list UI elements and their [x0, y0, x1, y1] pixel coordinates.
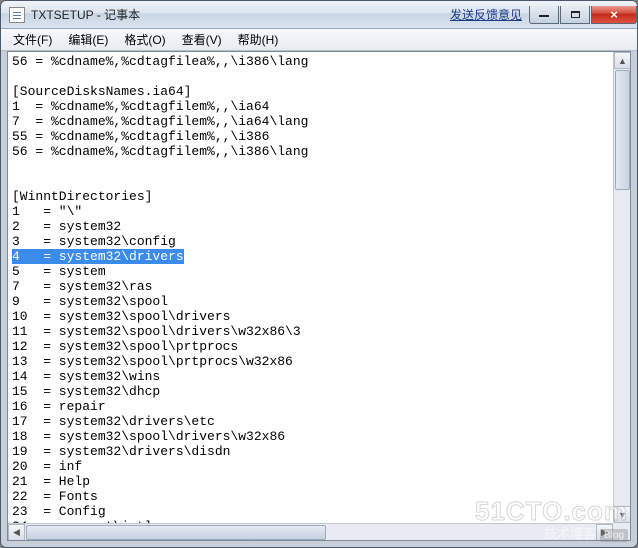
text-line: 5 = system [12, 264, 609, 279]
titlebar[interactable]: TXTSETUP - 记事本 发送反馈意见 × [1, 1, 637, 29]
feedback-link[interactable]: 发送反馈意见 [450, 6, 522, 23]
notepad-window: TXTSETUP - 记事本 发送反馈意见 × 文件(F) 编辑(E) 格式(O… [0, 0, 638, 548]
horizontal-scroll-thumb[interactable] [26, 525, 326, 540]
text-line: 12 = system32\spool\prtprocs [12, 339, 609, 354]
text-line: 1 = %cdname%,%cdtagfilem%,,\ia64 [12, 99, 609, 114]
scroll-corner [613, 523, 630, 540]
text-line: 13 = system32\spool\prtprocs\w32x86 [12, 354, 609, 369]
text-line: 17 = system32\drivers\etc [12, 414, 609, 429]
text-line: [WinntDirectories] [12, 189, 609, 204]
minimize-button[interactable] [529, 6, 559, 24]
text-line: 14 = system32\wins [12, 369, 609, 384]
text-line: 11 = system32\spool\drivers\w32x86\3 [12, 324, 609, 339]
window-title: TXTSETUP - 记事本 [31, 6, 140, 23]
horizontal-scrollbar[interactable]: ◀ ▶ [8, 523, 613, 540]
menu-format[interactable]: 格式(O) [116, 29, 173, 50]
notepad-icon [9, 7, 25, 23]
text-line: 2 = system32 [12, 219, 609, 234]
text-line: 55 = %cdname%,%cdtagfilem%,,\i386 [12, 129, 609, 144]
text-line: 20 = inf [12, 459, 609, 474]
selected-text: 4 = system32\drivers [12, 249, 184, 264]
text-line: 23 = Config [12, 504, 609, 519]
vertical-scrollbar[interactable]: ▲ ▼ [613, 52, 630, 523]
text-line: 21 = Help [12, 474, 609, 489]
text-line: 19 = system32\drivers\disdn [12, 444, 609, 459]
text-line: 9 = system32\spool [12, 294, 609, 309]
menubar: 文件(F) 编辑(E) 格式(O) 查看(V) 帮助(H) [1, 29, 637, 51]
text-line: 3 = system32\config [12, 234, 609, 249]
text-line: 10 = system32\spool\drivers [12, 309, 609, 324]
text-line: 22 = Fonts [12, 489, 609, 504]
scroll-up-button[interactable]: ▲ [614, 52, 631, 69]
text-line: 56 = %cdname%,%cdtagfilea%,,\i386\lang [12, 54, 609, 69]
menu-edit[interactable]: 编辑(E) [60, 29, 116, 50]
text-line: [SourceDisksNames.ia64] [12, 84, 609, 99]
vertical-scroll-thumb[interactable] [615, 70, 630, 190]
text-line [12, 69, 609, 84]
editor-area: 56 = %cdname%,%cdtagfilea%,,\i386\lang [… [7, 51, 631, 541]
menu-help[interactable]: 帮助(H) [230, 29, 287, 50]
maximize-button[interactable] [560, 6, 590, 24]
text-line: 15 = system32\dhcp [12, 384, 609, 399]
text-line [12, 159, 609, 174]
text-line: 18 = system32\spool\drivers\w32x86 [12, 429, 609, 444]
text-content[interactable]: 56 = %cdname%,%cdtagfilea%,,\i386\lang [… [8, 52, 613, 523]
scroll-right-button[interactable]: ▶ [596, 524, 613, 541]
text-line: 16 = repair [12, 399, 609, 414]
menu-file[interactable]: 文件(F) [5, 29, 60, 50]
text-line: 7 = %cdname%,%cdtagfilem%,,\ia64\lang [12, 114, 609, 129]
scroll-left-button[interactable]: ◀ [8, 524, 25, 541]
text-line: 56 = %cdname%,%cdtagfilem%,,\i386\lang [12, 144, 609, 159]
menu-view[interactable]: 查看(V) [174, 29, 230, 50]
text-line: 4 = system32\drivers [12, 249, 609, 264]
text-line: 1 = "\" [12, 204, 609, 219]
text-line [12, 174, 609, 189]
text-line: 7 = system32\ras [12, 279, 609, 294]
close-button[interactable]: × [591, 6, 637, 24]
scroll-down-button[interactable]: ▼ [614, 506, 631, 523]
